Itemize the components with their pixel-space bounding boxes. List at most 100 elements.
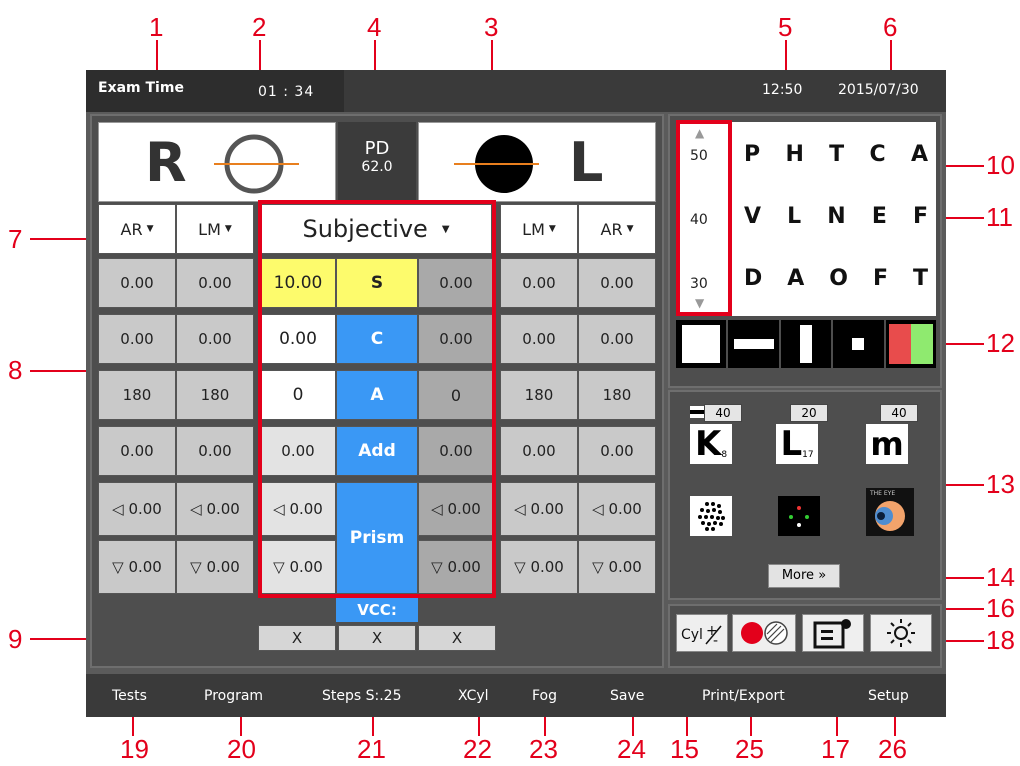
l-lm-sphere[interactable]: 0.00 (500, 258, 578, 308)
acuity-letter: D (744, 266, 763, 291)
occluder-toggle-button[interactable] (732, 614, 796, 652)
dot-pattern-test-button[interactable] (690, 496, 732, 536)
red-green-button[interactable] (885, 320, 937, 368)
callout-22: 22 (463, 734, 492, 764)
device-screen: Exam Time 01 : 34 12:50 2015/07/30 R PD … (86, 70, 946, 717)
svg-text:Cyl: Cyl (681, 627, 703, 643)
r-ar-label: AR (120, 219, 143, 239)
brightness-button[interactable] (870, 614, 932, 652)
worth-dot-test-button[interactable] (778, 496, 820, 536)
menu-xcyl[interactable]: XCyl (458, 688, 489, 704)
left-eye-box[interactable]: L (418, 122, 656, 202)
l-lm-prism-h[interactable]: ◁ 0.00 (500, 482, 578, 536)
subjective-highlight (258, 200, 496, 598)
r-lm-header[interactable]: LM ▼ (176, 204, 254, 254)
r-ar-header[interactable]: AR ▼ (98, 204, 176, 254)
cyl-plus-minus-icon: Cyl + - (681, 623, 722, 648)
occluder-icon (741, 621, 788, 645)
exam-time-label: Exam Time (98, 80, 184, 96)
r-lm-sphere[interactable]: 0.00 (176, 258, 254, 308)
l-test-button[interactable]: 20 L 17 (776, 404, 828, 466)
vcc-left-button[interactable]: X (418, 625, 496, 651)
menu-steps[interactable]: Steps S:.25 (322, 688, 402, 704)
acuity-letter: N (827, 204, 846, 229)
eye-anatomy-test-button[interactable]: THE EYE (866, 488, 914, 536)
scale-down-icon[interactable]: ▼ (695, 296, 704, 310)
scale-up-icon[interactable]: ▲ (695, 126, 704, 140)
acuity-letter: T (912, 266, 928, 291)
l-lm-axis[interactable]: 180 (500, 370, 578, 420)
l-ar-prism-h[interactable]: ◁ 0.00 (578, 482, 656, 536)
r-lm-axis[interactable]: 180 (176, 370, 254, 420)
l-ar-prism-v[interactable]: ▽ 0.00 (578, 540, 656, 594)
pd-box[interactable]: PD 62.0 (338, 122, 416, 202)
callout-2: 2 (252, 12, 267, 42)
l-ar-sphere[interactable]: 0.00 (578, 258, 656, 308)
menu-tests[interactable]: Tests (112, 688, 147, 704)
r-ar-prism-h[interactable]: ◁ 0.00 (98, 482, 176, 536)
eye-anatomy-label: THE EYE (870, 490, 896, 497)
r-ar-axis[interactable]: 180 (98, 370, 176, 420)
l-lm-cylinder[interactable]: 0.00 (500, 314, 578, 364)
l-lm-prism-v[interactable]: ▽ 0.00 (500, 540, 578, 594)
callout-26: 26 (878, 734, 907, 764)
acuity-letter: C (869, 142, 886, 167)
vcc-right-button[interactable]: X (258, 625, 336, 651)
menu-save[interactable]: Save (610, 688, 644, 704)
acuity-scale[interactable]: ▲ 50 40 30 ▼ (676, 120, 732, 316)
r-lm-prism-h[interactable]: ◁ 0.00 (176, 482, 254, 536)
dropdown-arrow-icon: ▼ (146, 224, 154, 234)
patient-data-button[interactable] (802, 614, 864, 652)
m-test-size: 40 (880, 404, 918, 422)
cyl-sign-button[interactable]: Cyl + - (676, 614, 728, 652)
callout-9: 9 (8, 624, 23, 654)
acuity-letter: F (872, 266, 888, 291)
l-lm-add[interactable]: 0.00 (500, 426, 578, 476)
k-sub: 8 (721, 450, 728, 460)
k-test-button[interactable]: 40 K8 (690, 404, 742, 466)
sun-icon (887, 619, 915, 647)
right-eye-letter: R (145, 131, 187, 194)
l-test-size: 20 (790, 404, 828, 422)
l-ar-cylinder[interactable]: 0.00 (578, 314, 656, 364)
acuity-row-2[interactable]: V L N E F (744, 204, 928, 229)
r-ar-prism-v[interactable]: ▽ 0.00 (98, 540, 176, 594)
acuity-row-1[interactable]: P H T C A (744, 142, 928, 167)
acuity-row-3[interactable]: D A O F T (744, 266, 928, 291)
r-lm-prism-v[interactable]: ▽ 0.00 (176, 540, 254, 594)
menu-setup[interactable]: Setup (868, 688, 909, 704)
l-ar-header[interactable]: AR ▼ (578, 204, 656, 254)
column-mask-icon (800, 325, 813, 363)
acuity-letter: V (744, 204, 762, 229)
l-ar-add[interactable]: 0.00 (578, 426, 656, 476)
r-lm-cylinder[interactable]: 0.00 (176, 314, 254, 364)
menu-print-export[interactable]: Print/Export (702, 688, 785, 704)
right-eye-box[interactable]: R (98, 122, 336, 202)
dropdown-arrow-icon: ▼ (224, 224, 232, 234)
r-ar-add[interactable]: 0.00 (98, 426, 176, 476)
r-ar-cylinder[interactable]: 0.00 (98, 314, 176, 364)
m-test-card: m (866, 424, 908, 464)
l-letter: L (780, 424, 803, 464)
row-mask-button[interactable] (728, 320, 779, 368)
menu-program[interactable]: Program (204, 688, 263, 704)
mask-buttons (676, 320, 937, 368)
l-lm-header[interactable]: LM ▼ (500, 204, 578, 254)
acuity-letter: E (871, 204, 887, 229)
menu-fog[interactable]: Fog (532, 688, 557, 704)
callout-7: 7 (8, 224, 23, 254)
clock: 12:50 (762, 82, 803, 98)
m-letter: m (870, 425, 904, 463)
more-tests-button[interactable]: More » (768, 564, 840, 588)
m-test-button[interactable]: 40 m (866, 404, 918, 466)
column-mask-button[interactable] (780, 320, 832, 368)
r-lm-add[interactable]: 0.00 (176, 426, 254, 476)
callout-15: 15 (670, 734, 699, 764)
r-ar-sphere[interactable]: 0.00 (98, 258, 176, 308)
single-letter-mask-button[interactable] (833, 320, 884, 368)
k-test-size: 40 (704, 404, 742, 422)
l-ar-axis[interactable]: 180 (578, 370, 656, 420)
vcc-both-button[interactable]: X (338, 625, 416, 651)
full-chart-mask-button[interactable] (676, 320, 727, 368)
single-mask-icon (852, 338, 865, 350)
